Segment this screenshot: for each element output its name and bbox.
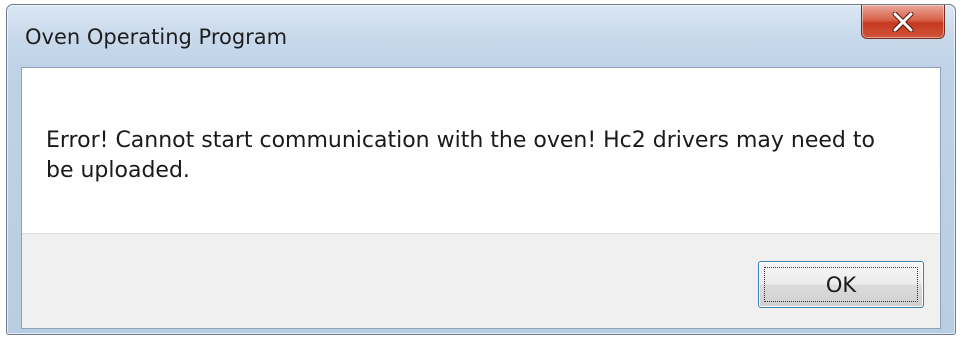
ok-button-label: OK bbox=[825, 272, 857, 297]
dialog-content: Error! Cannot start communication with t… bbox=[21, 67, 941, 329]
ok-button[interactable]: OK bbox=[758, 261, 924, 308]
window-title: Oven Operating Program bbox=[25, 25, 288, 49]
close-x-icon bbox=[892, 11, 914, 32]
close-button[interactable] bbox=[861, 5, 945, 39]
title-bar[interactable]: Oven Operating Program bbox=[7, 5, 955, 65]
error-message: Error! Cannot start communication with t… bbox=[46, 128, 875, 183]
message-area: Error! Cannot start communication with t… bbox=[22, 68, 940, 233]
dialog-window: Oven Operating Program Error! Cannot sta… bbox=[6, 4, 956, 335]
button-area: OK bbox=[22, 233, 940, 328]
